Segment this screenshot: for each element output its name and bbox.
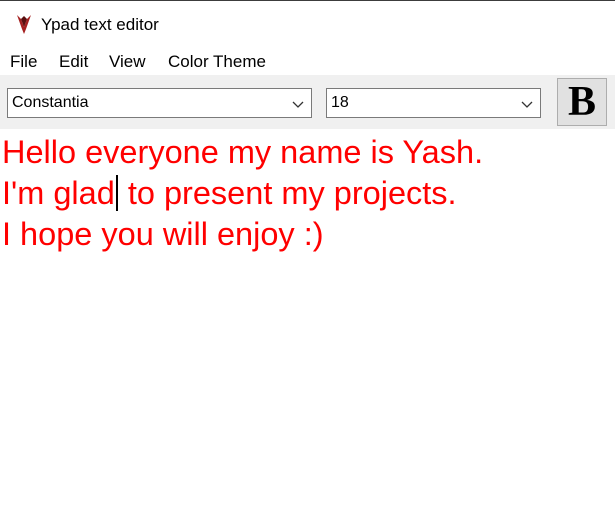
app-window: Ypad text editor File Edit View Color Th…: [0, 0, 615, 517]
format-toolbar: Constantia 18 B: [0, 75, 615, 129]
font-size-select[interactable]: 18: [326, 88, 541, 118]
window-title: Ypad text editor: [41, 15, 159, 34]
title-bar[interactable]: Ypad text editor: [0, 2, 615, 47]
editor-text-before-caret: I'm glad: [2, 175, 115, 211]
ypad-app-icon: [14, 13, 34, 35]
menu-bar: File Edit View Color Theme: [0, 47, 615, 75]
bold-icon: B: [567, 79, 596, 125]
text-editor-area[interactable]: Hello everyone my name is Yash. I'm glad…: [0, 129, 615, 517]
font-family-value: Constantia: [12, 94, 89, 111]
editor-line-3: I hope you will enjoy :): [2, 216, 324, 252]
bold-button[interactable]: B: [557, 78, 607, 126]
editor-line-2: I'm glad to present my projects.: [2, 173, 615, 214]
font-size-value: 18: [331, 94, 349, 111]
chevron-down-icon: [292, 97, 304, 109]
menu-color-theme[interactable]: Color Theme: [168, 52, 266, 72]
font-family-select[interactable]: Constantia: [7, 88, 312, 118]
text-caret: [115, 175, 118, 211]
editor-text-after-caret: to present my projects.: [118, 175, 457, 211]
editor-line-1: Hello everyone my name is Yash.: [2, 134, 484, 170]
menu-view[interactable]: View: [109, 52, 146, 72]
menu-edit[interactable]: Edit: [59, 52, 88, 72]
menu-file[interactable]: File: [10, 52, 37, 72]
chevron-down-icon: [521, 97, 533, 109]
